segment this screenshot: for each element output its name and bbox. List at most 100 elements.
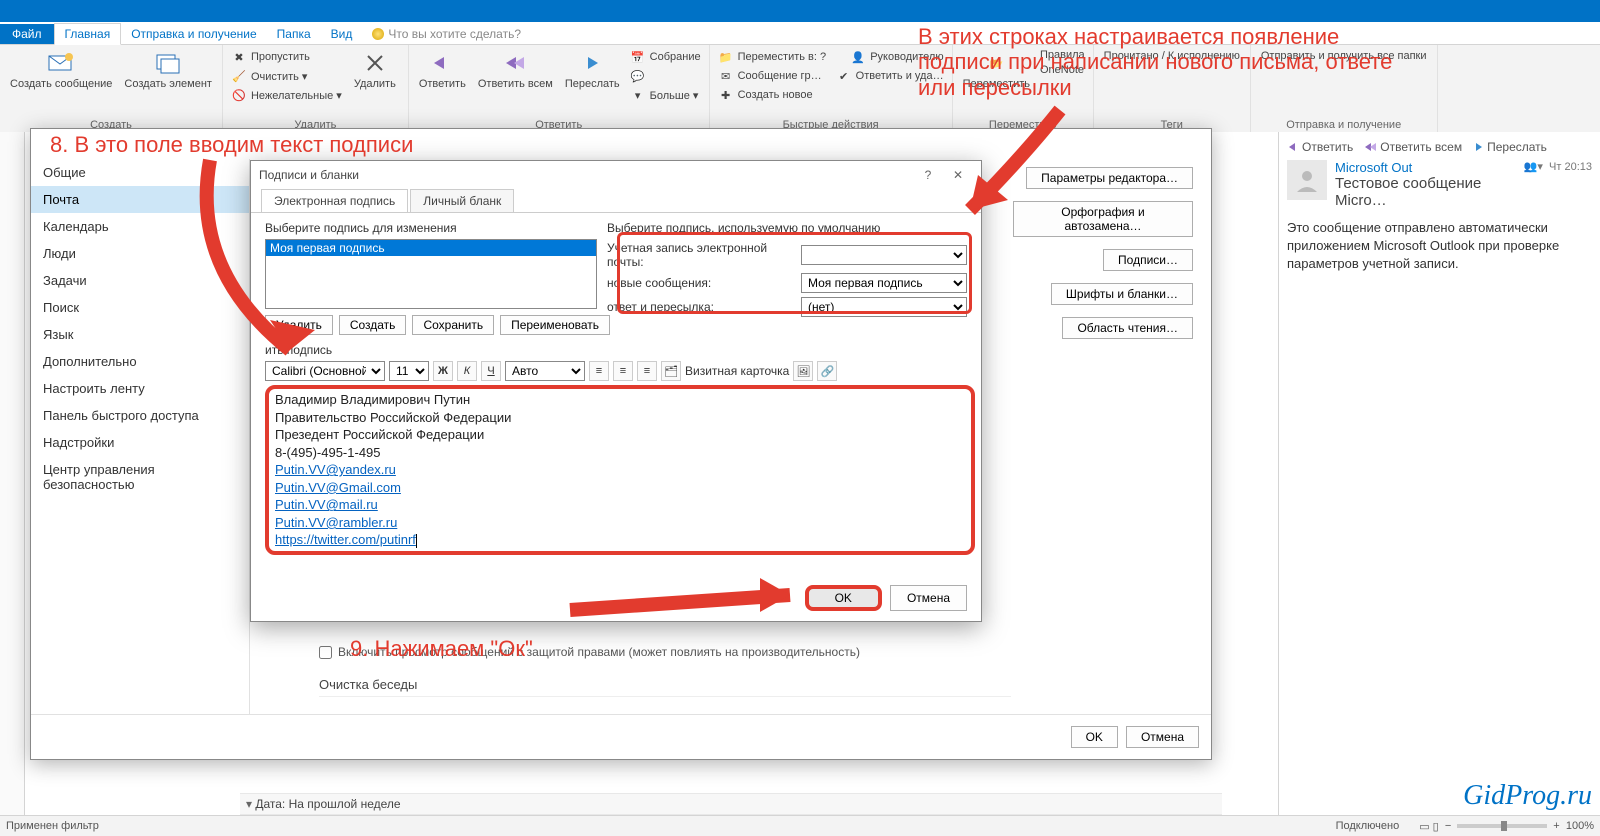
tab-folder[interactable]: Папка (267, 24, 321, 44)
sig-cancel-button[interactable]: Отмена (890, 585, 967, 611)
editor-options-button[interactable]: Параметры редактора… (1026, 167, 1193, 189)
chk-rights[interactable] (319, 646, 332, 659)
spelling-button[interactable]: Орфография и автозамена… (1013, 201, 1193, 237)
reply-button[interactable]: Ответить (415, 48, 470, 119)
quick-team-button[interactable]: ✉Сообщение гр…✔Ответить и уда… (716, 67, 946, 85)
signatures-dialog: Подписи и бланки ? ✕ Электронная подпись… (250, 160, 982, 622)
people-icon[interactable]: 👥▾ (1524, 161, 1543, 173)
color-select[interactable]: Авто (505, 361, 585, 381)
more-respond-button[interactable]: ▾Больше ▾ (628, 86, 703, 104)
reading-pane-button[interactable]: Область чтения… (1062, 317, 1193, 339)
sendrecv-button[interactable]: Отправить и получить все папки (1257, 48, 1431, 119)
onenote-button[interactable]: OneNote (1038, 63, 1087, 77)
skip-button[interactable]: ✖Пропустить (229, 48, 344, 66)
options-cat-7[interactable]: Дополнительно (31, 348, 249, 375)
rp-replyall[interactable]: Ответить всем (1363, 140, 1462, 154)
font-select[interactable]: Calibri (Основной те (265, 361, 385, 381)
tab-home[interactable]: Главная (54, 23, 122, 45)
signature-editor[interactable]: Владимир Владимирович Путин Правительств… (265, 385, 975, 555)
options-cat-2[interactable]: Календарь (31, 213, 249, 240)
move-button[interactable]: 📂Переместить (959, 48, 1034, 119)
options-cat-0[interactable]: Общие (31, 159, 249, 186)
view-reading-icon[interactable]: ▯ (1433, 820, 1439, 833)
options-ok-button[interactable]: OK (1071, 726, 1118, 748)
junk-button[interactable]: 🚫Нежелательные ▾ (229, 86, 344, 104)
link4[interactable]: Putin.VV@rambler.ru (275, 515, 397, 530)
reply-all-button[interactable]: Ответить всем (474, 48, 557, 119)
options-cat-11[interactable]: Центр управления безопасностью (31, 456, 249, 498)
bulb-icon (372, 28, 384, 40)
bold-button[interactable]: Ж (433, 361, 453, 381)
italic-button[interactable]: К (457, 361, 477, 381)
unread-button[interactable]: Прочитано / К исполнению (1100, 48, 1244, 119)
view-normal-icon[interactable]: ▭ (1419, 820, 1429, 833)
fonts-button[interactable]: Шрифты и бланки… (1051, 283, 1193, 305)
quick-new-button[interactable]: ✚Создать новое (716, 86, 946, 104)
clean-button[interactable]: 🧹Очистить ▾ (229, 67, 344, 85)
rp-reply[interactable]: Ответить (1287, 140, 1353, 154)
quick-move-button[interactable]: 📁Переместить в: ?👤Руководителю (716, 48, 946, 66)
signature-item[interactable]: Моя первая подпись (266, 240, 596, 256)
options-cat-8[interactable]: Настроить ленту (31, 375, 249, 402)
tab-sendrecv[interactable]: Отправка и получение (121, 24, 266, 44)
sig-delete-button[interactable]: Удалить (265, 315, 333, 335)
forward-button[interactable]: Переслать (561, 48, 624, 119)
link3[interactable]: Putin.VV@mail.ru (275, 497, 378, 512)
zoom-out[interactable]: − (1445, 820, 1451, 832)
options-cat-1[interactable]: Почта (31, 186, 249, 213)
link1[interactable]: Putin.VV@yandex.ru (275, 462, 396, 477)
tellme[interactable]: Что вы хотите сделать? (362, 24, 531, 44)
picture-icon[interactable]: 🖼 (793, 361, 813, 381)
link2[interactable]: Putin.VV@Gmail.com (275, 480, 401, 495)
tab-stationery[interactable]: Личный бланк (410, 189, 514, 212)
options-cat-9[interactable]: Панель быстрого доступа (31, 402, 249, 429)
zoom-slider[interactable] (1457, 824, 1547, 828)
reading-pane: Ответить Ответить всем Переслать Microso… (1278, 132, 1600, 816)
help-button[interactable]: ? (913, 168, 943, 182)
delete-button[interactable]: Удалить (348, 48, 402, 119)
options-cat-10[interactable]: Надстройки (31, 429, 249, 456)
new-item-button[interactable]: Создать элемент (120, 48, 216, 119)
sig-save-button[interactable]: Сохранить (412, 315, 494, 335)
reply-select[interactable]: (нет) (801, 297, 967, 317)
status-filter: Применен фильтр (6, 820, 99, 832)
signatures-button[interactable]: Подписи… (1103, 249, 1193, 271)
options-cat-6[interactable]: Язык (31, 321, 249, 348)
newmsg-select[interactable]: Моя первая подпись (801, 273, 967, 293)
more-button[interactable]: 💬 (628, 67, 703, 85)
align-center-icon[interactable]: ≡ (613, 361, 633, 381)
sig-format-toolbar: Calibri (Основной те 11 Ж К Ч Авто ≡ ≡ ≡… (265, 361, 967, 381)
options-cat-3[interactable]: Люди (31, 240, 249, 267)
zoom-in[interactable]: + (1553, 820, 1559, 832)
sig-edit-label: ить подпись (265, 343, 967, 357)
options-cancel-button[interactable]: Отмена (1126, 726, 1199, 748)
block-icon: 🚫 (231, 87, 247, 103)
rp-forward[interactable]: Переслать (1472, 140, 1547, 154)
signature-list[interactable]: Моя первая подпись (265, 239, 597, 309)
new-mail-button[interactable]: Создать сообщение (6, 48, 116, 119)
sig-ok-button[interactable]: OK (805, 585, 882, 611)
forward-icon (579, 50, 605, 76)
link-icon[interactable]: 🔗 (817, 361, 837, 381)
move-icon: 📂 (983, 50, 1009, 76)
sig-rename-button[interactable]: Переименовать (500, 315, 610, 335)
align-right-icon[interactable]: ≡ (637, 361, 657, 381)
meeting-button[interactable]: 📅Собрание (628, 48, 703, 66)
close-button[interactable]: ✕ (943, 168, 973, 182)
tab-view[interactable]: Вид (321, 24, 363, 44)
align-left-icon[interactable]: ≡ (589, 361, 609, 381)
options-cat-4[interactable]: Задачи (31, 267, 249, 294)
link5[interactable]: https://twitter.com/putinrf (275, 532, 416, 547)
tab-file[interactable]: Файл (0, 24, 54, 44)
underline-button[interactable]: Ч (481, 361, 501, 381)
nav-collapsed[interactable] (0, 132, 25, 816)
options-cat-5[interactable]: Поиск (31, 294, 249, 321)
account-select[interactable] (801, 245, 967, 265)
card-icon[interactable]: 🗂 (661, 361, 681, 381)
rules-button[interactable]: Правила (1038, 48, 1087, 62)
date-group-header[interactable]: Дата: На прошлой неделе (240, 793, 1222, 815)
tab-email-signature[interactable]: Электронная подпись (261, 189, 408, 212)
item-new-icon (155, 50, 181, 76)
sig-new-button[interactable]: Создать (339, 315, 407, 335)
size-select[interactable]: 11 (389, 361, 429, 381)
